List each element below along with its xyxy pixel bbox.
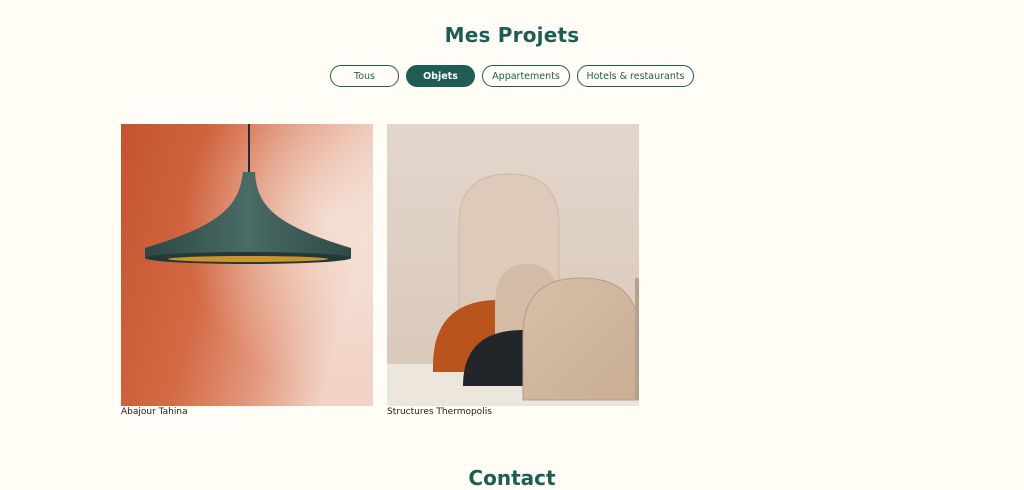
filter-hotels-restaurants-button[interactable]: Hotels & restaurants <box>577 65 694 87</box>
arch-structures-image[interactable] <box>387 124 639 406</box>
page-title: Mes Projets <box>444 22 580 47</box>
project-card-thermopolis[interactable]: Structures Thermopolis <box>387 124 639 417</box>
filter-tous-button[interactable]: Tous <box>330 65 399 87</box>
filter-objets-button[interactable]: Objets <box>406 65 475 87</box>
contact-heading: Contact <box>468 465 556 490</box>
project-card-abajour[interactable]: Abajour Tahina <box>121 124 373 417</box>
filter-appartements-button[interactable]: Appartements <box>482 65 570 87</box>
project-caption: Abajour Tahina <box>121 407 188 417</box>
filter-bar: Tous Objets Appartements Hotels & restau… <box>0 65 1024 87</box>
pendant-lamp-image[interactable] <box>121 124 373 406</box>
project-caption: Structures Thermopolis <box>387 407 492 417</box>
